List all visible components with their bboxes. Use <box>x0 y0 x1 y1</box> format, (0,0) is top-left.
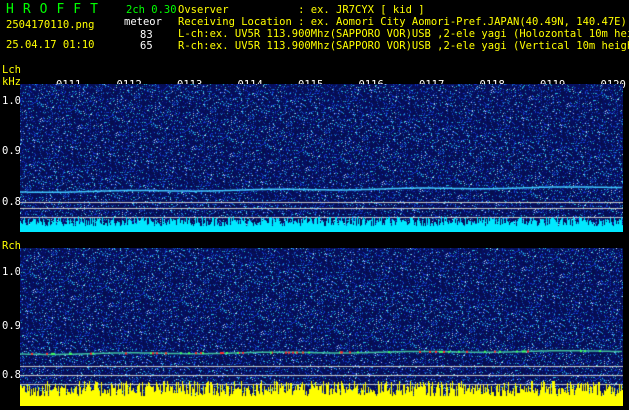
rch-label: Rch <box>2 240 21 252</box>
lch-ytick-1.0: 1.0 <box>2 95 21 107</box>
meteor-count-r: 65 <box>140 40 153 52</box>
lch-ytick-0.8: 0.8 <box>2 196 21 208</box>
rch-info-line: R-ch:ex. UV5R 113.900Mhz(SAPPORO VOR)USB… <box>178 40 629 52</box>
lch-ytick-0.9: 0.9 <box>2 145 21 157</box>
datetime: 25.04.17 01:10 <box>6 39 95 51</box>
lch-label: Lch <box>2 64 21 76</box>
rch-ytick-1.0: 1.0 <box>2 266 21 278</box>
lch-unit-label: kHz <box>2 76 21 88</box>
brand-title: HROFFT <box>6 2 107 17</box>
rch-ytick-0.9: 0.9 <box>2 320 21 332</box>
filename: 2504170110.png <box>6 19 95 31</box>
lch-spectrogram <box>20 84 623 232</box>
rch-spectrogram <box>20 248 623 406</box>
rch-ytick-0.8: 0.8 <box>2 369 21 381</box>
meteor-label: meteor <box>124 16 162 28</box>
